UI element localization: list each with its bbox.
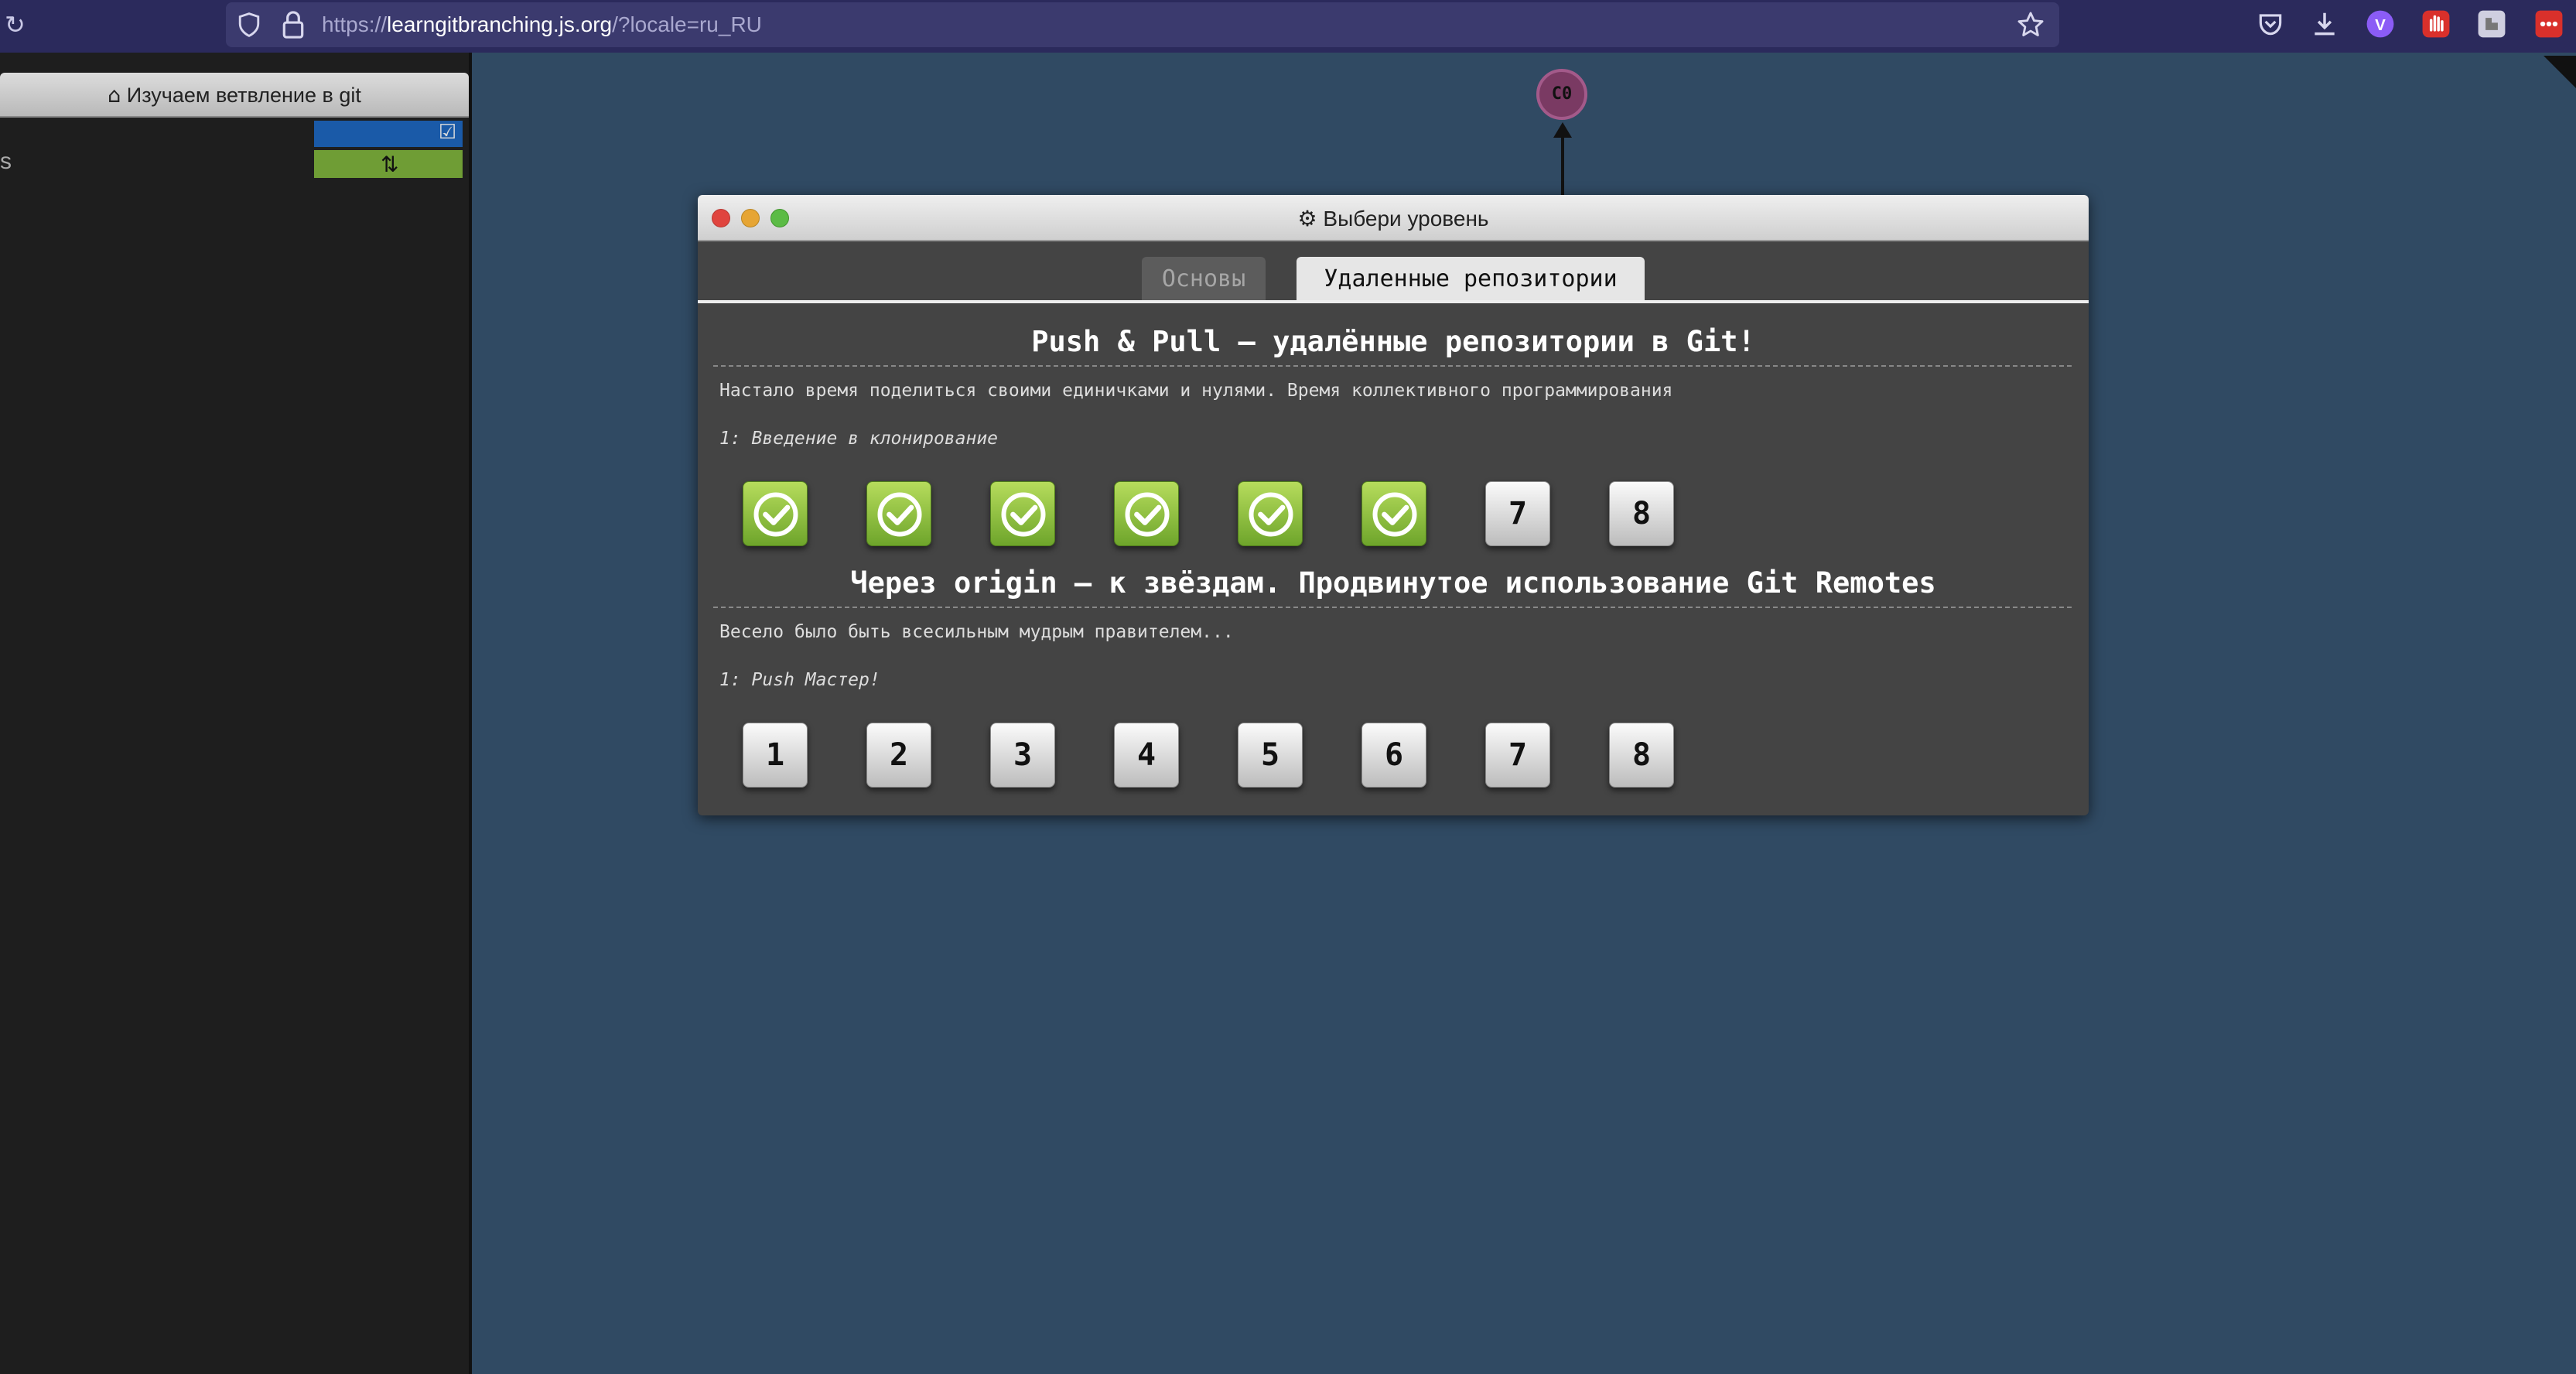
panel-title: ⌂ Изучаем ветвление в git <box>0 84 469 108</box>
level-button-completed[interactable] <box>743 481 808 546</box>
level-button[interactable]: 2 <box>866 723 931 788</box>
sequence-divider <box>713 607 2072 608</box>
level-number: 5 <box>1260 737 1280 773</box>
sequence-current-level: 1: Push Мастер! <box>719 670 880 690</box>
corner-triangle <box>2544 56 2576 88</box>
url-path: /?locale=ru_RU <box>612 12 762 36</box>
home-icon: ⌂ <box>108 84 121 108</box>
level-button[interactable]: 5 <box>1238 723 1303 788</box>
menu-icon[interactable] <box>2534 9 2564 39</box>
tab-bar: Основы Удаленные репозитории <box>698 257 2089 303</box>
level-button[interactable]: 7 <box>1485 481 1550 546</box>
check-circle-icon <box>877 492 922 537</box>
level-number: 2 <box>889 737 909 773</box>
commit-edge <box>1561 125 1564 197</box>
url-scheme: https:// <box>322 12 388 36</box>
gear-icon: ⚙ <box>1297 206 1317 231</box>
level-button[interactable]: 1 <box>743 723 808 788</box>
tab-remote[interactable]: Удаленные репозитории <box>1297 257 1645 300</box>
level-button-completed[interactable] <box>866 481 931 546</box>
level-number: 7 <box>1508 496 1528 531</box>
level-button-completed[interactable] <box>1238 481 1303 546</box>
reload-icon[interactable]: ↻ <box>5 11 32 39</box>
level-button[interactable]: 6 <box>1361 723 1426 788</box>
level-number: 3 <box>1013 737 1033 773</box>
commit-node[interactable]: C0 <box>1536 69 1587 120</box>
sequence-divider <box>713 365 2072 367</box>
level-number: 1 <box>765 737 785 773</box>
sync-arrows-icon[interactable]: ⇅ <box>381 152 398 177</box>
command-panel: ⌂ Изучаем ветвление в git ☑ ⇅ s <box>0 53 472 1374</box>
tab-basics[interactable]: Основы <box>1142 257 1266 300</box>
pocket-icon[interactable] <box>2256 9 2285 39</box>
level-button-completed[interactable] <box>990 481 1055 546</box>
status-row-green: ⇅ <box>314 150 463 178</box>
browser-toolbar: ↻ https://learngitbranching.js.org/?loca… <box>0 0 2576 53</box>
modal-title: ⚙ Выбери уровень <box>698 206 2089 231</box>
sequence-title: Push & Pull — удалённые репозитории в Gi… <box>1031 325 1755 358</box>
level-button[interactable]: 8 <box>1609 723 1674 788</box>
check-circle-icon <box>1372 492 1417 537</box>
modal-titlebar: ⚙ Выбери уровень <box>698 195 2089 241</box>
level-select-modal: ⚙ Выбери уровень Основы Удаленные репози… <box>698 195 2089 815</box>
sequence-title: Через origin — к звёздам. Продвинутое ис… <box>850 566 1936 600</box>
level-number: 4 <box>1136 737 1156 773</box>
level-number: 8 <box>1631 737 1652 773</box>
checkbox-icon[interactable]: ☑ <box>439 121 456 144</box>
level-number: 7 <box>1508 737 1528 773</box>
panel-title-text: Изучаем ветвление в git <box>126 84 361 107</box>
extension-hand-icon[interactable] <box>2421 9 2451 39</box>
check-circle-icon <box>1125 492 1170 537</box>
shield-icon[interactable] <box>237 12 261 38</box>
sequence-description: Весело было быть всесильным мудрым прави… <box>719 622 1234 642</box>
download-icon[interactable] <box>2310 9 2339 39</box>
url-bar[interactable]: https://learngitbranching.js.org/?locale… <box>226 2 2059 47</box>
level-buttons: 1 2 3 4 5 6 7 8 <box>743 723 1826 789</box>
extension-puzzle-icon[interactable] <box>2477 9 2506 39</box>
level-button[interactable]: 3 <box>990 723 1055 788</box>
url-host: learngitbranching.js.org <box>387 12 613 36</box>
check-circle-icon <box>1001 492 1046 537</box>
check-circle-icon <box>753 492 798 537</box>
level-button[interactable]: 4 <box>1114 723 1179 788</box>
bookmark-star-icon[interactable] <box>2016 10 2045 39</box>
level-button[interactable]: 7 <box>1485 723 1550 788</box>
check-circle-icon <box>1249 492 1293 537</box>
sequence-description: Настало время поделиться своими единичка… <box>719 381 1673 401</box>
level-number: 6 <box>1384 737 1404 773</box>
extension-v-icon[interactable]: V <box>2366 9 2395 39</box>
level-button[interactable]: 8 <box>1609 481 1674 546</box>
lock-icon[interactable] <box>282 10 305 39</box>
level-number: 8 <box>1631 496 1652 531</box>
modal-title-text: Выбери уровень <box>1323 207 1489 231</box>
level-button-completed[interactable] <box>1361 481 1426 546</box>
url-text[interactable]: https://learngitbranching.js.org/?locale… <box>322 12 762 37</box>
svg-text:V: V <box>2375 16 2386 34</box>
sequence-current-level: 1: Введение в клонирование <box>719 429 999 449</box>
status-row-blue: ☑ <box>314 121 463 147</box>
panel-header[interactable]: ⌂ Изучаем ветвление в git <box>0 73 469 118</box>
level-button-completed[interactable] <box>1114 481 1179 546</box>
partial-text: s <box>0 149 12 174</box>
level-buttons: 78 <box>743 481 1826 548</box>
